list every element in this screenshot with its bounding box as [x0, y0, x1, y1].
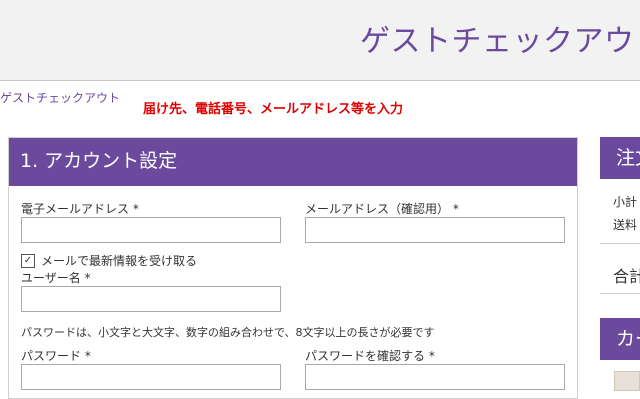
- email-confirm-label: メールアドレス（確認用） *: [305, 202, 459, 216]
- summary-divider: [600, 293, 640, 294]
- summary-divider: [600, 243, 640, 244]
- total-label: 合計: [613, 267, 640, 286]
- instruction-annotation: 届け先、電話番号、メールアドレス等を入力: [143, 102, 404, 117]
- order-summary-heading: 注文: [600, 137, 640, 179]
- cart-item-thumbnail: [614, 371, 640, 391]
- password-field[interactable]: [21, 364, 281, 390]
- subtotal-label: 小計: [613, 195, 638, 209]
- cart-heading: カー: [600, 318, 640, 360]
- email-label: 電子メールアドレス *: [21, 202, 139, 216]
- username-label: ユーザー名 *: [21, 271, 91, 285]
- account-settings-panel: 1. アカウント設定 電子メールアドレス * メールアドレス（確認用） * ✓ …: [8, 137, 578, 399]
- password-label: パスワード *: [21, 349, 91, 363]
- password-confirm-label: パスワードを確認する *: [305, 349, 435, 363]
- username-field[interactable]: [21, 286, 281, 312]
- page-header: ゲストチェックアウト: [0, 0, 640, 81]
- account-settings-heading: 1. アカウント設定: [9, 138, 577, 186]
- shipping-label: 送料: [613, 218, 638, 232]
- page-title: ゲストチェックアウト: [360, 24, 640, 59]
- email-field[interactable]: [21, 217, 281, 243]
- breadcrumb[interactable]: ゲストチェックアウト: [0, 89, 120, 106]
- password-confirm-field[interactable]: [305, 364, 565, 390]
- password-hint: パスワードは、小文字と大文字、数字の組み合わせで、8文字以上の長さが必要です: [21, 326, 435, 339]
- newsletter-option[interactable]: ✓ メールで最新情報を受け取る: [21, 252, 197, 269]
- newsletter-label: メールで最新情報を受け取る: [41, 254, 198, 268]
- email-confirm-field[interactable]: [305, 217, 565, 243]
- newsletter-checkbox[interactable]: ✓: [21, 253, 35, 268]
